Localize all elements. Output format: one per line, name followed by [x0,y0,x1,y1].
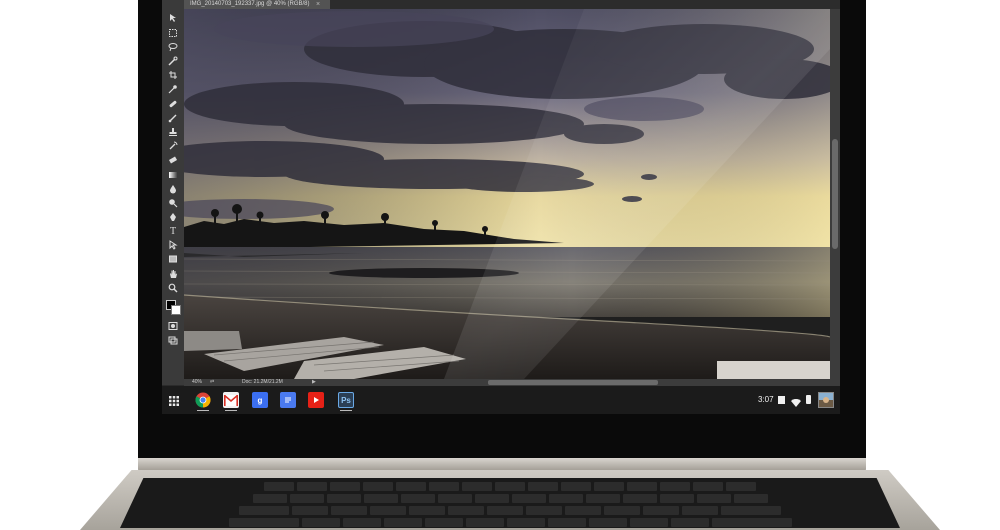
notification-icon[interactable] [778,396,785,404]
screen-mode-icon[interactable] [166,334,180,346]
tab-bar [330,0,840,9]
history-brush-tool-icon[interactable] [166,140,180,152]
crop-tool-icon[interactable] [166,69,180,81]
eyedropper-tool-icon[interactable] [166,83,180,95]
zoom-tool-icon[interactable] [166,282,180,294]
pen-tool-icon[interactable] [166,211,180,223]
brush-tool-icon[interactable] [166,112,180,124]
dodge-tool-icon[interactable] [166,197,180,209]
avatar[interactable] [818,392,834,408]
quick-mask-icon[interactable] [166,320,180,332]
gradient-tool-icon[interactable] [166,169,180,181]
image-canvas[interactable] [184,9,830,379]
status-info-icon[interactable]: ⇄ [210,379,214,386]
gmail-running-indicator [225,410,237,411]
chrome-running-indicator [197,410,209,411]
color-swatches-icon[interactable] [166,300,181,315]
hand-tool-icon[interactable] [166,268,180,280]
eraser-tool-icon[interactable] [166,154,180,166]
google-search-icon[interactable]: g [252,392,268,408]
docs-icon[interactable] [280,392,296,408]
zoom-level[interactable]: 40% [192,379,202,386]
path-selection-tool-icon[interactable] [166,239,180,251]
quick-selection-tool-icon[interactable] [166,55,180,67]
beach-sunset-photo [184,9,830,379]
vertical-scroll-thumb[interactable] [832,139,838,249]
close-tab-icon[interactable]: × [316,0,320,9]
clock[interactable]: 3:07 [758,390,774,410]
screen: T IMG_20140703_192337.jpg @ 40% (RGB/8) … [162,0,840,414]
lasso-tool-icon[interactable] [166,41,180,53]
vertical-scrollbar[interactable] [830,9,840,379]
rectangle-tool-icon[interactable] [166,253,180,265]
wifi-icon[interactable] [791,395,801,413]
document-tab-title: IMG_20140703_192337.jpg @ 40% (RGB/8) [190,1,310,7]
document-tab[interactable]: IMG_20140703_192337.jpg @ 40% (RGB/8) [184,0,330,9]
clone-stamp-tool-icon[interactable] [166,126,180,138]
youtube-icon[interactable] [308,392,324,408]
status-menu-arrow-icon[interactable]: ▶ [312,379,316,386]
system-tray[interactable]: 3:07 [756,390,840,410]
chrome-icon[interactable] [195,392,211,408]
laptop-hinge [138,458,866,472]
move-tool-icon[interactable] [166,12,180,24]
battery-icon[interactable] [806,395,811,404]
app-launcher-icon[interactable] [168,394,180,406]
photoshop-running-indicator [340,410,352,411]
keyboard [120,478,900,528]
gmail-icon[interactable] [223,392,239,408]
photoshop-icon[interactable]: Ps [338,392,354,408]
blur-tool-icon[interactable] [166,183,180,195]
horizontal-scroll-thumb[interactable] [488,380,658,385]
status-bar: 40% ⇄ Doc: 21.2M/21.2M ▶ [184,379,334,386]
spot-healing-tool-icon[interactable] [166,98,180,110]
marquee-tool-icon[interactable] [166,27,180,39]
type-tool-icon[interactable]: T [166,225,180,237]
photoshop-toolbox: T [162,0,185,385]
shelf: g Ps 3:07 [162,386,840,414]
doc-size: Doc: 21.2M/21.2M [242,379,283,385]
